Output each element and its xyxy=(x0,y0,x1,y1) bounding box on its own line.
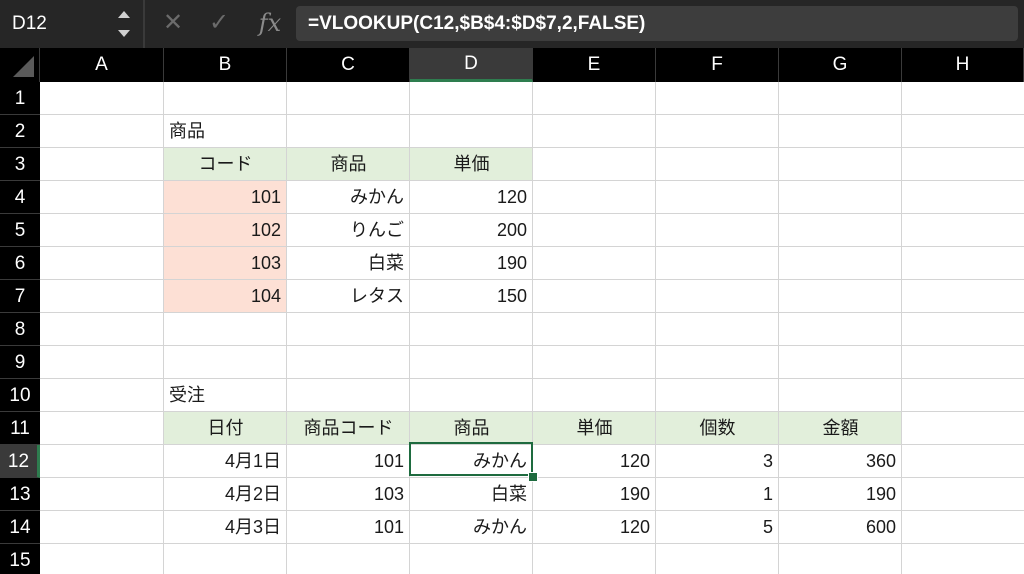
formula-bar: D12 ✕ ✓ fx =VLOOKUP(C12,$B$4:$D$7,2,FALS… xyxy=(0,0,1024,48)
column-header-b[interactable]: B xyxy=(164,48,287,82)
column-header-d[interactable]: D xyxy=(410,48,533,82)
cell-b13[interactable]: 4月2日 xyxy=(164,478,287,510)
row-header-13[interactable]: 13 xyxy=(0,478,40,511)
cell-c13[interactable]: 103 xyxy=(287,478,410,510)
cell-e11-header[interactable]: 単価 xyxy=(533,412,656,444)
cell-d13[interactable]: 白菜 xyxy=(410,478,533,510)
cell-g14[interactable]: 600 xyxy=(779,511,902,543)
cell-b5[interactable]: 102 xyxy=(164,214,287,246)
cell-b4[interactable]: 101 xyxy=(164,181,287,213)
cell-d14[interactable]: みかん xyxy=(410,511,533,543)
cell-d6[interactable]: 190 xyxy=(410,247,533,279)
cell-g11-header[interactable]: 金額 xyxy=(779,412,902,444)
column-header-f[interactable]: F xyxy=(656,48,779,82)
formula-input[interactable]: =VLOOKUP(C12,$B$4:$D$7,2,FALSE) xyxy=(296,6,1018,41)
row-header-7[interactable]: 7 xyxy=(0,280,40,313)
column-header-g[interactable]: G xyxy=(779,48,902,82)
cell-b14[interactable]: 4月3日 xyxy=(164,511,287,543)
row-header-2[interactable]: 2 xyxy=(0,115,40,148)
row-header-3[interactable]: 3 xyxy=(0,148,40,181)
cell-b6[interactable]: 103 xyxy=(164,247,287,279)
name-box-dropdown-icon[interactable] xyxy=(114,6,134,42)
cell-b3-header[interactable]: コード xyxy=(164,148,287,180)
cell-d5[interactable]: 200 xyxy=(410,214,533,246)
cell-d11-header[interactable]: 商品 xyxy=(410,412,533,444)
cancel-icon[interactable]: ✕ xyxy=(160,10,186,36)
cell-f12[interactable]: 3 xyxy=(656,445,779,477)
cell-f13[interactable]: 1 xyxy=(656,478,779,510)
row-header-9[interactable]: 9 xyxy=(0,346,40,379)
cell-b7[interactable]: 104 xyxy=(164,280,287,312)
active-cell-border xyxy=(409,442,533,476)
cell-c11-header[interactable]: 商品コード xyxy=(287,412,410,444)
insert-function-icon[interactable]: fx xyxy=(252,6,288,40)
row-header-10[interactable]: 10 xyxy=(0,379,40,412)
cell-f14[interactable]: 5 xyxy=(656,511,779,543)
column-header-a[interactable]: A xyxy=(40,48,164,82)
cell-d4[interactable]: 120 xyxy=(410,181,533,213)
cell-e14[interactable]: 120 xyxy=(533,511,656,543)
cell-e13[interactable]: 190 xyxy=(533,478,656,510)
cell-d7[interactable]: 150 xyxy=(410,280,533,312)
cell-b2-product-title[interactable]: 商品 xyxy=(164,115,287,147)
name-box[interactable]: D12 xyxy=(0,0,110,48)
cell-c3-header[interactable]: 商品 xyxy=(287,148,410,180)
cell-g13[interactable]: 190 xyxy=(779,478,902,510)
cell-c14[interactable]: 101 xyxy=(287,511,410,543)
row-header-1[interactable]: 1 xyxy=(0,82,40,115)
cell-f11-header[interactable]: 個数 xyxy=(656,412,779,444)
cell-c12[interactable]: 101 xyxy=(287,445,410,477)
row-header-8[interactable]: 8 xyxy=(0,313,40,346)
cell-c7[interactable]: レタス xyxy=(287,280,410,312)
enter-icon[interactable]: ✓ xyxy=(206,10,232,36)
fill-handle[interactable] xyxy=(528,472,538,482)
cell-e12[interactable]: 120 xyxy=(533,445,656,477)
column-header-c[interactable]: C xyxy=(287,48,410,82)
cell-b11-header[interactable]: 日付 xyxy=(164,412,287,444)
cell-d3-header[interactable]: 単価 xyxy=(410,148,533,180)
cell-g12[interactable]: 360 xyxy=(779,445,902,477)
row-header-4[interactable]: 4 xyxy=(0,181,40,214)
cell-c6[interactable]: 白菜 xyxy=(287,247,410,279)
spreadsheet-grid[interactable]: A B C D E F G H 1 2 3 4 5 6 7 8 9 10 11 … xyxy=(0,48,1024,574)
cell-b12[interactable]: 4月1日 xyxy=(164,445,287,477)
column-header-e[interactable]: E xyxy=(533,48,656,82)
select-all-corner[interactable] xyxy=(0,48,40,82)
row-header-5[interactable]: 5 xyxy=(0,214,40,247)
cell-c5[interactable]: りんご xyxy=(287,214,410,246)
formula-bar-divider xyxy=(143,0,145,48)
row-header-12[interactable]: 12 xyxy=(0,445,40,478)
column-header-h[interactable]: H xyxy=(902,48,1024,82)
row-header-14[interactable]: 14 xyxy=(0,511,40,544)
row-header-6[interactable]: 6 xyxy=(0,247,40,280)
row-header-11[interactable]: 11 xyxy=(0,412,40,445)
row-header-15[interactable]: 15 xyxy=(0,544,40,574)
cell-b10-order-title[interactable]: 受注 xyxy=(164,379,287,411)
cell-c4[interactable]: みかん xyxy=(287,181,410,213)
